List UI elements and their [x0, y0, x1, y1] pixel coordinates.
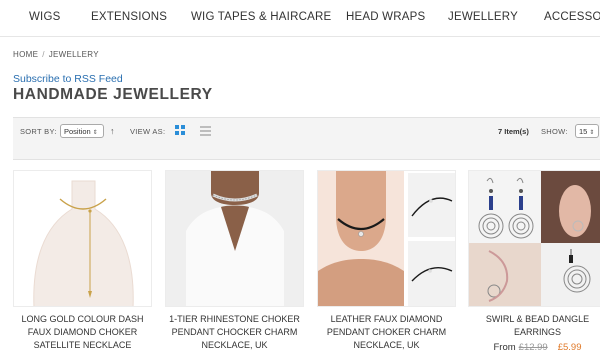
product-name[interactable]: LEATHER FAUX DIAMOND PENDANT CHOKER CHAR… — [313, 313, 460, 350]
breadcrumb-current: JEWELLERY — [48, 50, 99, 59]
sale-price: £5.99 — [557, 342, 582, 350]
item-count: 7 Item(s) — [498, 127, 529, 136]
old-price: £12.99 — [518, 342, 548, 350]
product-image[interactable] — [13, 170, 152, 307]
show-per-page-value: 15 — [579, 127, 588, 136]
list-view-icon[interactable] — [200, 126, 211, 136]
select-arrows-icon: ⇕ — [589, 130, 595, 136]
nav-item-accessories[interactable]: ACCESSOR — [544, 11, 600, 23]
select-arrows-icon: ⇕ — [92, 130, 98, 136]
product-image[interactable] — [165, 170, 304, 307]
rss-feed-link[interactable]: Subscribe to RSS Feed — [13, 73, 123, 85]
sort-by-label: SORT BY: — [20, 127, 57, 136]
nav-item-jewellery[interactable]: JEWELLERY — [448, 11, 518, 23]
price-row: From £12.99 £5.99 — [468, 342, 600, 350]
product-name[interactable]: LONG GOLD COLOUR DASH FAUX DIAMOND CHOKE… — [9, 313, 156, 350]
main-nav: WIGS EXTENSIONS WIG TAPES & HAIRCARE HEA… — [0, 0, 600, 37]
sort-toolbar: SORT BY: Position ⇕ ↑ VIEW AS: 7 Item(s) … — [13, 117, 600, 160]
nav-item-wig-tapes-haircare[interactable]: WIG TAPES & HAIRCARE — [191, 11, 331, 23]
gold-necklace-on-bust-image — [14, 171, 151, 306]
nav-item-extensions[interactable]: EXTENSIONS — [91, 11, 167, 23]
nav-item-head-wraps[interactable]: HEAD WRAPS — [346, 11, 425, 23]
sort-direction-icon[interactable]: ↑ — [110, 126, 115, 136]
leather-choker-collage-image — [318, 171, 455, 306]
nav-item-wigs[interactable]: WIGS — [29, 11, 60, 23]
sort-by-value: Position — [64, 127, 91, 136]
show-per-page-select[interactable]: 15 ⇕ — [575, 124, 599, 138]
product-name[interactable]: SWIRL & BEAD DANGLE EARRINGS — [464, 313, 600, 339]
product-image[interactable] — [317, 170, 456, 307]
rhinestone-choker-model-image — [166, 171, 303, 306]
view-as-label: VIEW AS: — [130, 127, 166, 136]
price-from-label: From — [493, 342, 516, 350]
breadcrumb-home-link[interactable]: HOME — [13, 50, 38, 59]
show-label: SHOW: — [541, 127, 568, 136]
grid-view-icon[interactable] — [175, 125, 186, 136]
sort-by-select[interactable]: Position ⇕ — [60, 124, 104, 138]
breadcrumb-separator: / — [42, 50, 45, 59]
swirl-earrings-collage-image — [469, 171, 600, 306]
product-name[interactable]: 1-TIER RHINESTONE CHOKER PENDANT CHOCKER… — [161, 313, 308, 350]
product-image[interactable] — [468, 170, 600, 307]
page-title: HANDMADE JEWELLERY — [13, 86, 213, 103]
breadcrumb: HOME / JEWELLERY — [13, 50, 99, 59]
